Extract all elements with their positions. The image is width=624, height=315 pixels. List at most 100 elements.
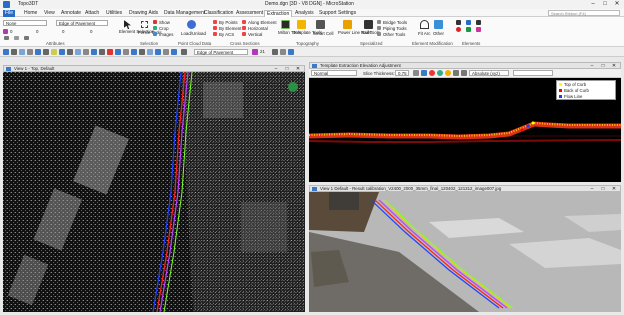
by-acs-icon[interactable] — [213, 32, 217, 36]
horizontal-button[interactable]: Horizontal — [248, 26, 268, 31]
shape-icon[interactable] — [466, 20, 471, 25]
vertical-button[interactable]: Vertical — [248, 32, 262, 37]
level-select[interactable]: None — [3, 20, 47, 26]
toolbar-icon-6[interactable] — [43, 49, 49, 55]
toolbar-icon-3[interactable] — [19, 49, 25, 55]
tab-extraction[interactable]: Extraction — [264, 10, 293, 17]
color-icon[interactable] — [252, 49, 258, 55]
tab-assessment[interactable]: Assessment — [234, 10, 265, 17]
toolbar-icon-4[interactable] — [27, 49, 33, 55]
maximize-button[interactable]: □ — [599, 0, 611, 9]
other-tools-icon[interactable] — [377, 32, 381, 36]
absolute-value-input[interactable] — [513, 70, 553, 76]
tool-icon-b[interactable] — [421, 70, 427, 76]
toolbar-icon-9[interactable] — [67, 49, 73, 55]
horizontal-icon[interactable] — [242, 26, 246, 30]
along-element-icon[interactable] — [242, 20, 246, 24]
tab-view[interactable]: View — [42, 10, 57, 17]
by-element-icon[interactable] — [213, 26, 217, 30]
by-points-icon[interactable] — [213, 20, 217, 24]
other-modify-icon[interactable] — [434, 20, 443, 29]
toolbar-icon-16[interactable] — [123, 49, 129, 55]
tool-icon-c[interactable] — [429, 70, 435, 76]
view2-titlebar[interactable]: Template Extraction Elevation Adjustment… — [309, 62, 621, 69]
toolbar-icon-20[interactable] — [155, 49, 161, 55]
toolbar-icon-26[interactable] — [288, 49, 294, 55]
absolute-mode-select[interactable]: Absolute (xyz) — [469, 70, 509, 76]
tab-home[interactable]: Home — [22, 10, 39, 17]
toolbar-icon-10[interactable] — [75, 49, 81, 55]
tab-file[interactable]: File — [3, 10, 16, 17]
rail-tools-icon[interactable] — [364, 20, 373, 29]
bridge-tools-button[interactable]: Bridge Tools — [383, 20, 407, 25]
toolbar-icon-15[interactable] — [115, 49, 121, 55]
piping-icon[interactable] — [377, 26, 381, 30]
priority-icon[interactable] — [4, 36, 9, 40]
tool-icon-a[interactable] — [413, 70, 419, 76]
toolbar-icon-13[interactable] — [99, 49, 105, 55]
vertical-icon[interactable] — [242, 32, 246, 36]
crop-button[interactable]: Crop — [159, 26, 169, 31]
feature-dropdown[interactable]: Edge of Pavement — [194, 49, 248, 55]
milton-tools-button[interactable]: Milton Tools — [278, 30, 301, 36]
tool-icon-e[interactable] — [445, 70, 451, 76]
toolbar-icon-19[interactable] — [147, 49, 153, 55]
show-button[interactable]: Show — [159, 20, 170, 25]
close-button[interactable]: ✕ — [611, 0, 623, 9]
toolbar-icon-12[interactable] — [91, 49, 97, 55]
thickness-input[interactable]: 0.75 — [395, 70, 409, 76]
load-unload-button[interactable]: Load/Unload — [181, 31, 206, 36]
rail-tools-button[interactable]: Rail Tools — [361, 30, 380, 36]
circle-icon[interactable] — [456, 27, 461, 32]
by-points-button[interactable]: By Points — [219, 20, 238, 25]
toolbar-icon-23[interactable] — [181, 49, 187, 55]
bridge-icon[interactable] — [377, 20, 381, 24]
arc-icon[interactable] — [466, 27, 471, 32]
toolbar-icon-8[interactable] — [59, 49, 65, 55]
text-icon[interactable] — [476, 20, 481, 25]
piping-tools-button[interactable]: Piping Tools — [383, 26, 407, 31]
tab-settings[interactable]: Settings — [336, 10, 358, 17]
ribbon-search-input[interactable]: Search Ribbon (F4) — [548, 10, 620, 16]
images-icon[interactable] — [153, 32, 157, 36]
along-element-button[interactable]: Along Element — [248, 20, 277, 25]
tab-annotate[interactable]: Annotate — [59, 10, 83, 17]
toolbar-icon-22[interactable] — [171, 49, 177, 55]
class-icon[interactable] — [14, 36, 19, 40]
tab-classification[interactable]: Classification — [202, 10, 235, 17]
by-acs-button[interactable]: By ACS — [219, 32, 234, 37]
show-icon[interactable] — [153, 20, 157, 24]
template-tools-icon[interactable] — [297, 20, 306, 29]
minimize-button[interactable]: – — [587, 0, 599, 9]
smart-cell-button[interactable]: Smart Cell — [313, 31, 334, 36]
fit-arc-icon[interactable] — [420, 20, 429, 29]
element-selection-label[interactable]: Element Selection — [119, 29, 154, 35]
toolbar-icon-17[interactable] — [131, 49, 137, 55]
display-mode-select[interactable]: Normal — [311, 70, 357, 76]
template-tools-button[interactable]: Template Tools — [293, 30, 322, 36]
tab-data-management[interactable]: Data Management — [162, 10, 207, 17]
toolbar-icon-24[interactable] — [272, 49, 278, 55]
toolbar-icon-18[interactable] — [139, 49, 145, 55]
tool-icon-d[interactable] — [437, 70, 443, 76]
toolbar-icon-1[interactable] — [3, 49, 9, 55]
crop-icon[interactable] — [153, 26, 157, 30]
element-selection-icon[interactable] — [124, 20, 131, 29]
tab-utilities[interactable]: Utilities — [104, 10, 124, 17]
load-unload-icon[interactable] — [187, 20, 196, 29]
tool-icon-g[interactable] — [461, 70, 467, 76]
toolbar-icon-7[interactable] — [51, 49, 57, 55]
milton-tools-icon[interactable] — [281, 20, 290, 29]
view3-titlebar[interactable]: View 1 Default - Result calibration_V240… — [309, 185, 621, 192]
other-tools-button[interactable]: Other Tools — [383, 32, 405, 37]
toolbar-icon-14[interactable] — [107, 49, 113, 55]
power-line-tools-button[interactable]: Power Line Tools — [338, 30, 371, 36]
view1-point-cloud-canvas[interactable] — [3, 72, 305, 312]
tab-analysis[interactable]: Analysis — [293, 10, 316, 17]
toolbar-icon-21[interactable] — [163, 49, 169, 55]
toolbar-icon-2[interactable] — [11, 49, 17, 55]
template-icon[interactable] — [24, 36, 29, 40]
line-icon[interactable] — [456, 20, 461, 25]
tab-drawing-aids[interactable]: Drawing Aids — [127, 10, 160, 17]
color-swatch-icon[interactable] — [3, 29, 8, 34]
